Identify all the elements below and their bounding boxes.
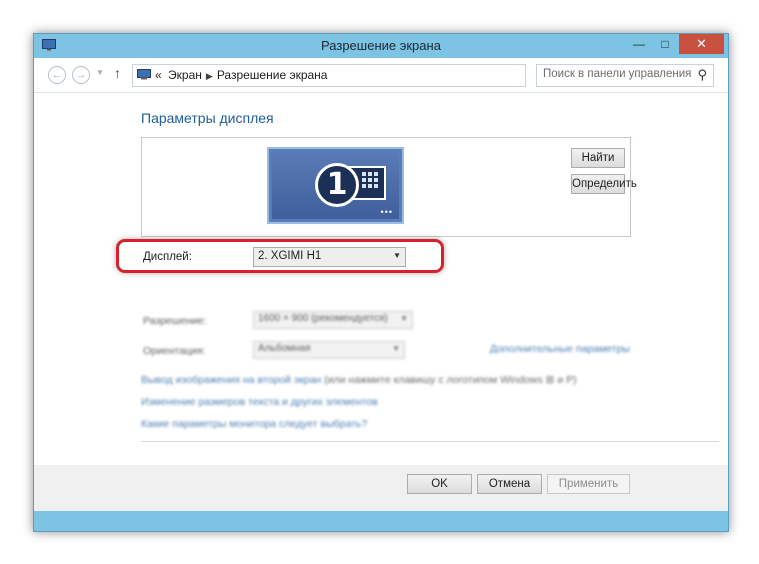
text-size-link[interactable]: Изменение размеров текста и других элеме… [141, 396, 378, 408]
chevron-down-icon: ▼ [400, 314, 408, 323]
arrow-left-icon: ← [51, 69, 63, 81]
breadcrumb-item-screen[interactable]: Экран [168, 68, 202, 82]
page-title: Параметры дисплея [141, 110, 274, 126]
breadcrumb-overflow[interactable]: « [155, 68, 162, 82]
advanced-settings-link[interactable]: Дополнительные параметры [490, 343, 630, 355]
search-placeholder: Поиск в панели управления [543, 68, 692, 80]
close-button[interactable]: ✕ [679, 34, 724, 54]
identify-button[interactable]: Определить [571, 174, 637, 194]
breadcrumb-separator-icon: ▶ [205, 71, 213, 81]
window-title: Разрешение экрана [321, 38, 441, 53]
cancel-button[interactable]: Отмена [477, 474, 542, 494]
minimize-button[interactable]: — [627, 34, 651, 54]
breadcrumb-item-resolution[interactable]: Разрешение экрана [217, 68, 328, 82]
back-button[interactable]: ← [48, 66, 66, 84]
highlight-annotation [116, 239, 444, 273]
divider [141, 441, 719, 442]
project-second-screen-link-row: Вывод изображения на второй экран (или н… [141, 374, 577, 386]
chevron-down-icon: ▼ [392, 344, 400, 353]
resolution-value: 1600 × 900 (рекомендуется) [258, 313, 388, 324]
recent-locations-dropdown[interactable]: ▼ [96, 68, 104, 77]
dialog-footer: OK Отмена Применить [34, 465, 728, 511]
arrow-up-icon: ↑ [114, 65, 121, 81]
resolution-label: Разрешение: [143, 315, 207, 327]
display-preview-panel: 1 ••• Найти Определить [141, 137, 637, 237]
project-second-screen-link[interactable]: Вывод изображения на второй экран [141, 374, 321, 386]
windows-key-hint: (или нажмите клавишу с логотипом Windows… [321, 374, 577, 386]
main-content: Параметры дисплея 1 ••• Найти Определить… [34, 93, 728, 465]
resolution-select[interactable]: 1600 × 900 (рекомендуется) ▼ [253, 311, 413, 329]
ok-button[interactable]: OK [407, 474, 472, 494]
control-panel-icon [137, 69, 151, 80]
address-bar: ← → ▼ ↑ « Экран▶Разрешение экрана ▼ ↻ По… [34, 58, 728, 93]
arrow-right-icon: → [75, 69, 87, 81]
orientation-select[interactable]: Альбомная ▼ [253, 341, 405, 359]
screen-resolution-window: Разрешение экрана — □ ✕ ← → ▼ ↑ « Экран ▶… [33, 33, 729, 532]
title-bar[interactable]: Разрешение экрана — □ ✕ [34, 34, 728, 58]
breadcrumb[interactable]: « Экран▶Разрешение экрана ▼ ↻ [132, 64, 622, 87]
search-input[interactable]: Поиск в панели управления ⚲ [536, 64, 714, 87]
up-button[interactable]: ↑ [114, 65, 121, 81]
monitor-1-thumbnail[interactable]: 1 ••• [267, 147, 404, 224]
maximize-button[interactable]: □ [652, 34, 678, 54]
breadcrumb-path: « Экран ▶ Разрешение экрана [155, 68, 327, 82]
search-icon[interactable]: ⚲ [697, 67, 707, 83]
orientation-label: Ориентация: [143, 345, 206, 357]
find-button[interactable]: Найти [571, 148, 625, 168]
monitor-number: 1 [315, 163, 359, 207]
more-dots-icon: ••• [380, 207, 393, 217]
forward-button[interactable]: → [72, 66, 90, 84]
monitor-settings-help-link[interactable]: Какие параметры монитора следует выбрать… [141, 418, 367, 430]
apply-button[interactable]: Применить [547, 474, 630, 494]
orientation-value: Альбомная [258, 343, 311, 354]
chevron-down-icon: ▼ [96, 68, 104, 77]
